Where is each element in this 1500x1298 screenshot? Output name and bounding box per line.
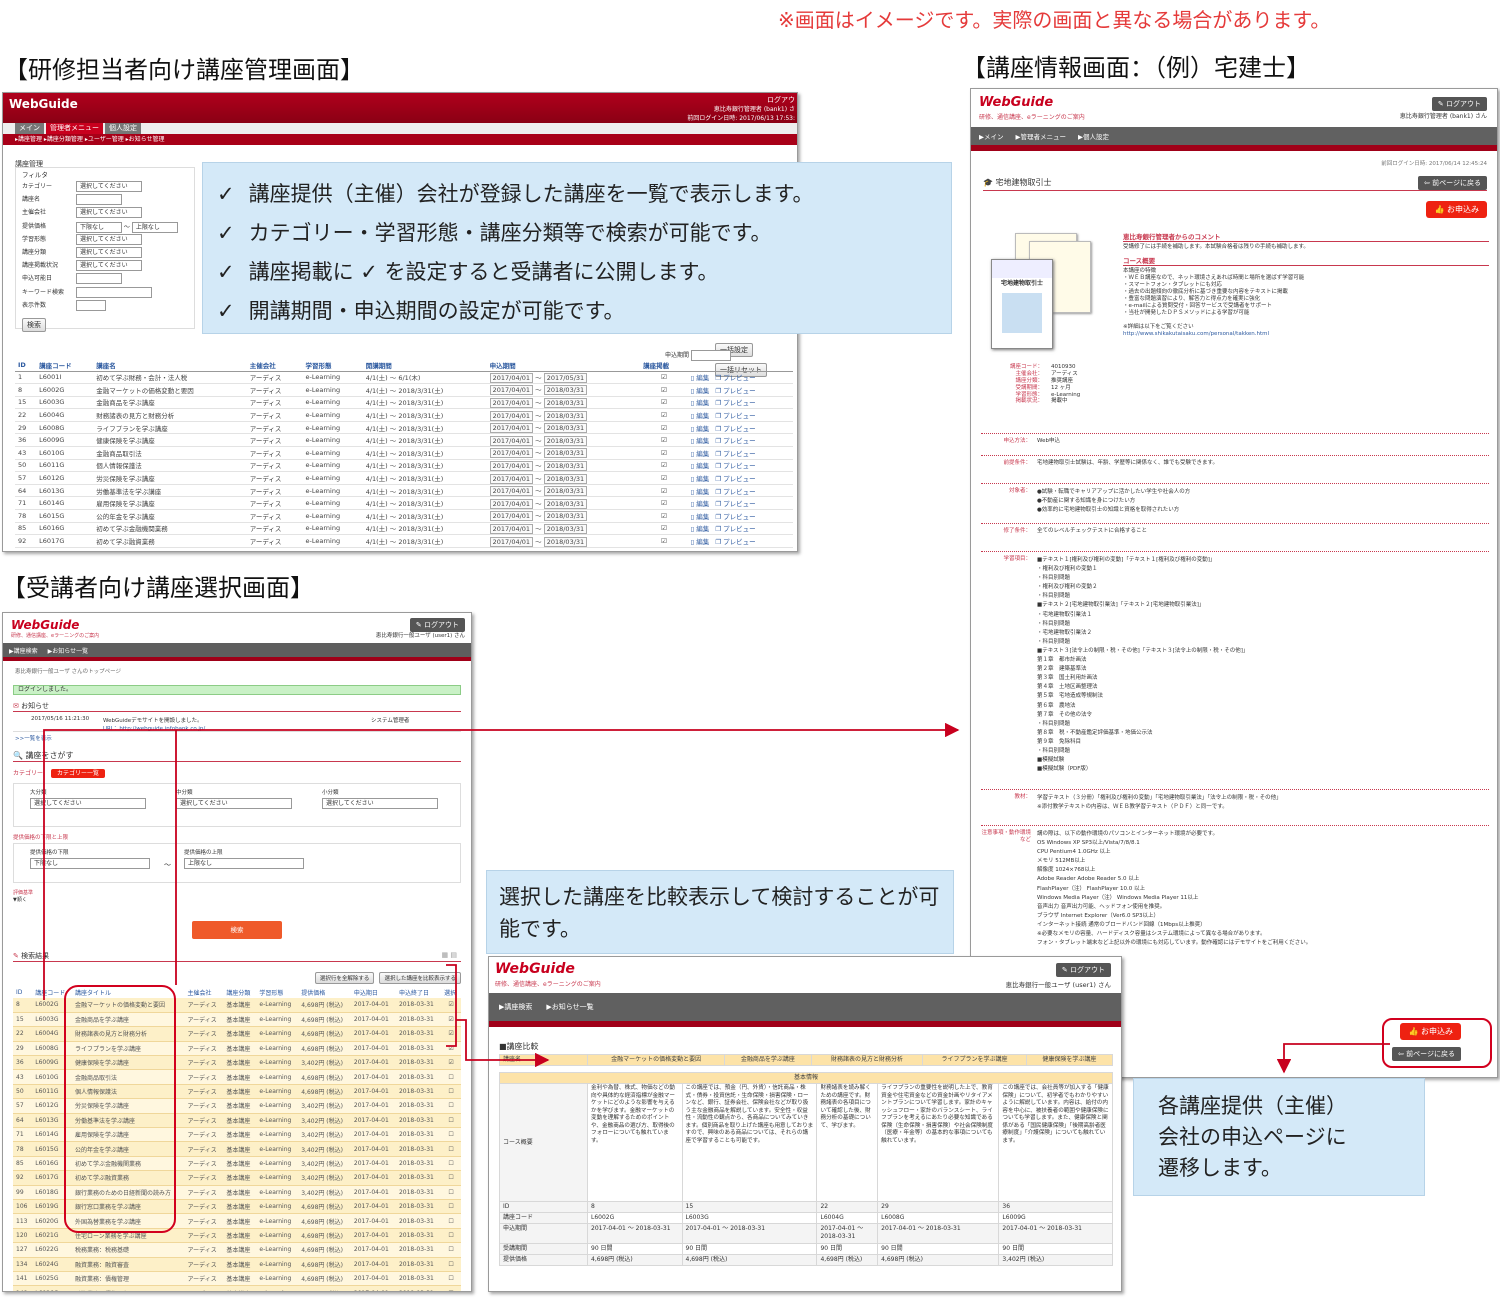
flow-arrows bbox=[43, 722, 1390, 1298]
arrow-learner-to-info bbox=[43, 722, 960, 1000]
arrow-apply-to-callout bbox=[1276, 1043, 1390, 1074]
arrow-checkbox-to-compare bbox=[446, 964, 548, 1060]
